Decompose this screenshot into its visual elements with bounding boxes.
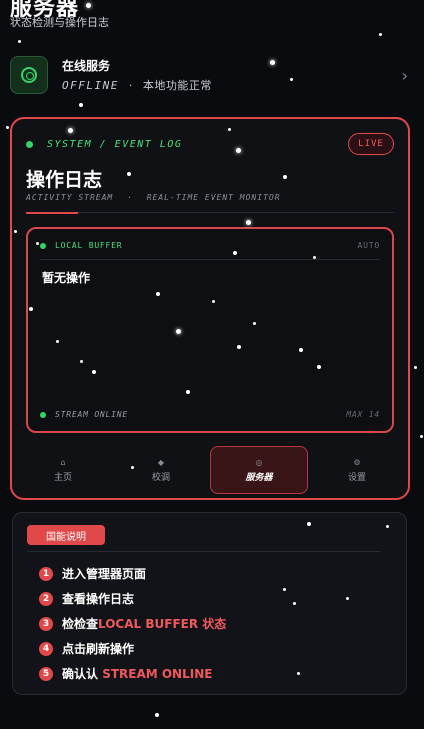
star-decoration [414,366,417,369]
chevron-right-icon[interactable]: › [402,66,408,85]
log-subtitle-right: REAL-TIME EVENT MONITOR [146,193,281,202]
feature-text: 确认认 [62,667,103,681]
log-title: 操作日志 [26,169,103,191]
feature-text: 点击刷新操作 [62,642,135,656]
nav-label: 设置 [347,472,366,483]
nav-label: 校调 [151,472,170,483]
buffer-mode: AUTO [357,241,380,250]
buffer-label: LOCAL BUFFER [55,241,123,250]
buffer-dot-icon [40,242,46,249]
server-row[interactable]: 在线服务 OFFLINE · 本地功能正常 › [10,52,414,98]
feature-item: 4 点击刷新操作 [39,636,226,661]
log-subtitle-left: ACTIVITY STREAM [26,193,114,202]
nav-label: 主页 [53,472,72,483]
feature-text: 查看操作日志 [62,592,135,606]
nav-item-calibrate[interactable]: ◆ 校调 [112,446,210,494]
nav-item-home[interactable]: ⌂ 主页 [14,446,112,494]
feature-highlight: STREAM ONLINE [102,667,213,681]
diamond-icon: ◆ [157,457,165,467]
feature-text: 进入管理器页面 [62,567,147,581]
step-number: 1 [39,566,53,581]
buffer-max: MAX 14 [346,410,380,419]
star-decoration [155,713,159,717]
server-icon: ◎ [255,457,263,467]
nav-item-server[interactable]: ◎ 服务器 [210,446,308,494]
feature-highlight: LOCAL BUFFER 状态 [98,617,227,631]
stream-status: STREAM ONLINE [55,410,129,419]
star-decoration [86,3,91,8]
server-note: 本地功能正常 [142,79,212,92]
log-subtitle-separator: · [127,193,133,202]
features-card: 国能说明 1 进入管理器页面 2 查看操作日志 3 检检查LOCAL BUFFE… [12,512,407,695]
step-number: 3 [39,616,53,631]
feature-item: 1 进入管理器页面 [39,561,226,586]
feature-item: 2 查看操作日志 [39,586,226,611]
features-badge: 国能说明 [27,525,105,545]
feature-item: 5 确认认 STREAM ONLINE [39,661,226,686]
status-dot-icon [26,141,33,148]
server-ring-icon [10,56,48,94]
stream-dot-icon [40,411,46,418]
step-number: 2 [39,591,53,606]
feature-text: 检检查 [62,617,99,631]
nav-item-settings[interactable]: ⚙ 设置 [308,446,406,494]
gear-icon: ⚙ [353,457,361,467]
divider [78,212,394,213]
status-separator: · [128,79,133,92]
empty-log-text: 暂无操作 [42,271,91,285]
bottom-nav: ⌂ 主页 ◆ 校调 ◎ 服务器 ⚙ 设置 [14,444,406,496]
page-subtitle: 状态检测与操作日志 [10,16,109,29]
buffer-box: LOCAL BUFFER AUTO 暂无操作 STREAM ONLINE MAX… [26,227,394,433]
server-name: 在线服务 [62,59,111,73]
section-label: SYSTEM / EVENT LOG [47,139,183,150]
step-number: 4 [39,641,53,656]
star-decoration [18,40,21,43]
star-decoration [379,33,382,36]
nav-label: 服务器 [245,472,273,483]
home-icon: ⌂ [60,457,66,467]
divider [27,551,380,552]
star-decoration [420,435,423,438]
feature-item: 3 检检查LOCAL BUFFER 状态 [39,611,226,636]
star-decoration [79,103,83,107]
live-badge[interactable]: LIVE [348,133,394,155]
log-subtitle: ACTIVITY STREAM · REAL-TIME EVENT MONITO… [26,193,281,202]
divider [40,259,380,260]
log-panel: SYSTEM / EVENT LOG LIVE 操作日志 ACTIVITY ST… [10,117,410,500]
tab-underline-accent [26,212,78,214]
step-number: 5 [39,666,53,681]
star-decoration [6,126,9,129]
server-status: OFFLINE [62,79,119,92]
